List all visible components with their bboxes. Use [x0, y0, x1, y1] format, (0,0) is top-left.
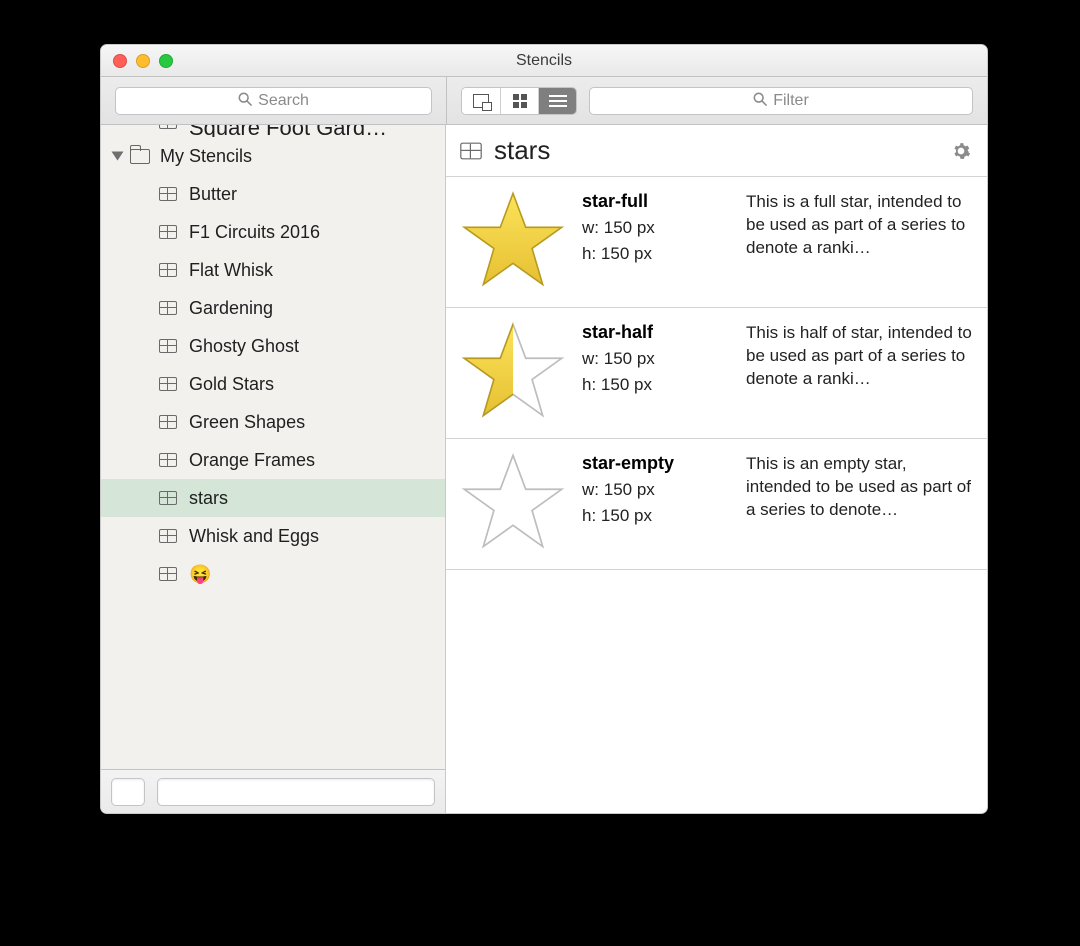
filter-placeholder: Filter — [773, 92, 809, 110]
titlebar: Stencils — [101, 45, 987, 77]
body: Square Foot Gard… My Stencils Butter F1 C… — [101, 125, 987, 813]
sidebar-item[interactable]: Whisk and Eggs — [101, 517, 445, 555]
stencil-meta: star-half w: 150 px h: 150 px — [582, 318, 730, 424]
gear-icon[interactable] — [951, 141, 971, 161]
stencil-icon — [159, 453, 177, 467]
list-icon — [549, 94, 567, 108]
search-placeholder: Search — [258, 92, 309, 110]
detail-pane: stars star-full w: 150 px h: 150 px This is… — [446, 125, 987, 813]
stencils-window: Stencils Search Filter — [100, 44, 988, 814]
stencil-thumbnail — [460, 187, 566, 293]
search-icon — [753, 92, 767, 110]
sidebar-item[interactable]: Gardening — [101, 289, 445, 327]
sidebar: Square Foot Gard… My Stencils Butter F1 C… — [101, 125, 446, 813]
sidebar-footer — [101, 769, 445, 813]
sidebar-item-label: F1 Circuits 2016 — [189, 222, 320, 243]
sidebar-item[interactable]: 😝 — [101, 555, 445, 593]
stencil-row[interactable]: star-half w: 150 px h: 150 px This is half … — [446, 308, 987, 439]
toolbar: Search Filter — [101, 77, 987, 125]
stencil-icon — [159, 339, 177, 353]
sidebar-item[interactable]: Flat Whisk — [101, 251, 445, 289]
close-window-button[interactable] — [113, 54, 127, 68]
stencil-width: w: 150 px — [582, 349, 730, 369]
stencil-icon — [159, 415, 177, 429]
stencil-height: h: 150 px — [582, 506, 730, 526]
detail-title: stars — [494, 135, 951, 166]
stencil-row[interactable]: star-empty w: 150 px h: 150 px This is an e… — [446, 439, 987, 570]
sidebar-item[interactable]: stars — [101, 479, 445, 517]
sidebar-item-label: Gardening — [189, 298, 273, 319]
stencil-icon — [159, 225, 177, 239]
sidebar-item[interactable]: Butter — [101, 175, 445, 213]
stencil-meta: star-full w: 150 px h: 150 px — [582, 187, 730, 293]
stencil-description: This is a full star, intended to be used… — [746, 187, 973, 281]
stencil-icon — [460, 142, 482, 159]
stencil-height: h: 150 px — [582, 244, 730, 264]
stencil-width: w: 150 px — [582, 218, 730, 238]
stencil-description: This is half of star, intended to be use… — [746, 318, 973, 412]
sidebar-group-my-stencils[interactable]: My Stencils — [101, 137, 445, 175]
stencil-icon — [159, 263, 177, 277]
sidebar-item[interactable]: Orange Frames — [101, 441, 445, 479]
view-mode-segment[interactable] — [461, 87, 577, 115]
stencil-height: h: 150 px — [582, 375, 730, 395]
sidebar-item-label: Butter — [189, 184, 237, 205]
sidebar-item-label: Green Shapes — [189, 412, 305, 433]
folder-icon — [130, 149, 150, 164]
stencil-name: star-full — [582, 191, 730, 212]
view-list-button[interactable] — [538, 88, 576, 114]
sidebar-item-label: 😝 — [189, 564, 211, 585]
footer-field[interactable] — [157, 778, 435, 806]
stencil-icon — [159, 301, 177, 315]
zoom-window-button[interactable] — [159, 54, 173, 68]
detail-header: stars — [446, 125, 987, 177]
sidebar-item-label: Orange Frames — [189, 450, 315, 471]
filter-input[interactable]: Filter — [589, 87, 973, 115]
sidebar-group-label: My Stencils — [160, 146, 252, 167]
sidebar-item-label: Ghosty Ghost — [189, 336, 299, 357]
stencil-icon — [159, 529, 177, 543]
tiles-icon — [473, 94, 489, 108]
stencil-icon — [159, 125, 177, 129]
view-grid-button[interactable] — [500, 88, 538, 114]
stencil-icon — [159, 377, 177, 391]
sidebar-item-label: stars — [189, 488, 228, 509]
search-icon — [238, 92, 252, 110]
stencil-thumbnail — [460, 318, 566, 424]
stencil-width: w: 150 px — [582, 480, 730, 500]
sidebar-item[interactable]: Green Shapes — [101, 403, 445, 441]
stencil-icon — [159, 187, 177, 201]
stencil-icon — [159, 567, 177, 581]
stencil-name: star-empty — [582, 453, 730, 474]
sidebar-item[interactable]: Ghosty Ghost — [101, 327, 445, 365]
sidebar-tree[interactable]: Square Foot Gard… My Stencils Butter F1 C… — [101, 125, 445, 769]
window-controls[interactable] — [101, 54, 173, 68]
footer-button[interactable] — [111, 778, 145, 806]
stencil-row[interactable]: star-full w: 150 px h: 150 px This is a ful… — [446, 177, 987, 308]
sidebar-item-partial[interactable]: Square Foot Gard… — [101, 125, 445, 137]
sidebar-item[interactable]: F1 Circuits 2016 — [101, 213, 445, 251]
minimize-window-button[interactable] — [136, 54, 150, 68]
view-tiles-button[interactable] — [462, 88, 500, 114]
disclosure-triangle-icon[interactable] — [112, 152, 124, 161]
grid-icon — [513, 94, 527, 108]
detail-items: star-full w: 150 px h: 150 px This is a ful… — [446, 177, 987, 570]
search-input[interactable]: Search — [115, 87, 432, 115]
sidebar-item[interactable]: Gold Stars — [101, 365, 445, 403]
window-title: Stencils — [101, 52, 987, 70]
sidebar-item-label: Whisk and Eggs — [189, 526, 319, 547]
sidebar-item-label: Gold Stars — [189, 374, 274, 395]
stencil-icon — [159, 491, 177, 505]
stencil-name: star-half — [582, 322, 730, 343]
sidebar-item-label: Flat Whisk — [189, 260, 273, 281]
sidebar-item-label: Square Foot Gard… — [189, 125, 387, 137]
stencil-description: This is an empty star, intended to be us… — [746, 449, 973, 543]
stencil-thumbnail — [460, 449, 566, 555]
stencil-meta: star-empty w: 150 px h: 150 px — [582, 449, 730, 555]
